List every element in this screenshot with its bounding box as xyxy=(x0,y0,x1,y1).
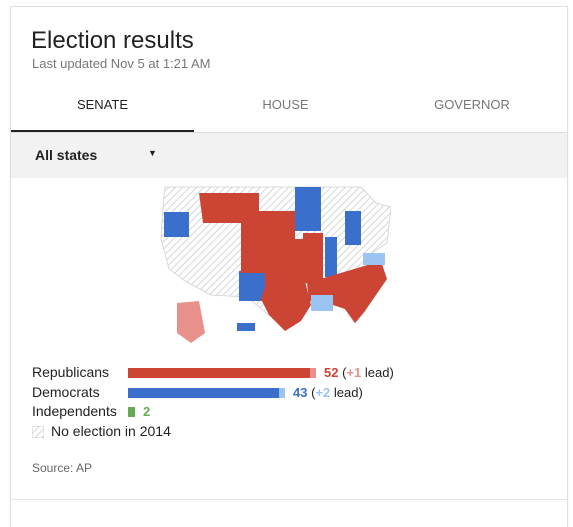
democrats-lead-bar xyxy=(279,388,285,398)
senate-map xyxy=(160,186,391,343)
state-filter-dropdown[interactable]: All states xyxy=(35,147,97,163)
legend-republicans: Republicans 52 (+1 lead) xyxy=(32,364,552,382)
election-results-card: Election results Last updated Nov 5 at 1… xyxy=(10,6,568,527)
republicans-seats: 52 xyxy=(324,365,339,380)
legend-no-election: No election in 2014 xyxy=(32,423,552,441)
last-updated: Last updated Nov 5 at 1:21 AM xyxy=(32,56,211,71)
democrats-label: Democrats xyxy=(32,384,100,400)
state-michigan[interactable] xyxy=(345,211,361,245)
state-virginia[interactable] xyxy=(363,253,385,265)
no-election-label: No election in 2014 xyxy=(51,423,171,439)
democrats-value: 43 (+2 lead) xyxy=(293,385,363,400)
state-nebraska-kansas[interactable] xyxy=(241,239,305,273)
state-dakotas[interactable] xyxy=(259,211,295,239)
republicans-change: +1 xyxy=(346,365,362,380)
tab-house[interactable]: HOUSE xyxy=(194,92,377,132)
republicans-bar xyxy=(128,368,310,378)
footer-divider xyxy=(11,499,567,500)
dropdown-arrow-icon[interactable]: ▼ xyxy=(148,148,157,158)
state-minnesota[interactable] xyxy=(295,187,321,231)
state-illinois[interactable] xyxy=(325,237,337,277)
state-alaska[interactable] xyxy=(177,301,205,343)
state-hawaii[interactable] xyxy=(237,323,255,331)
race-tabs: SENATE HOUSE GOVERNOR xyxy=(11,92,567,133)
independents-label: Independents xyxy=(32,403,117,419)
legend-independents: Independents 2 xyxy=(32,403,552,421)
republicans-label: Republicans xyxy=(32,364,110,380)
independents-seats: 2 xyxy=(143,404,151,419)
hatch-swatch-icon xyxy=(32,426,44,438)
source-text: Source: AP xyxy=(32,461,93,475)
democrats-bar xyxy=(128,388,279,398)
legend-democrats: Democrats 43 (+2 lead) xyxy=(32,384,552,402)
state-louisiana[interactable] xyxy=(311,295,333,311)
state-washington[interactable] xyxy=(164,212,189,237)
tab-governor[interactable]: GOVERNOR xyxy=(377,92,567,132)
democrats-suffix: lead xyxy=(333,385,359,400)
state-iowa-missouri[interactable] xyxy=(303,233,323,283)
page-title: Election results xyxy=(31,27,194,54)
republicans-value: 52 (+1 lead) xyxy=(324,365,394,380)
republicans-suffix: lead xyxy=(364,365,390,380)
independents-bar xyxy=(128,407,135,417)
republicans-lead-bar xyxy=(310,368,316,378)
state-oklahoma[interactable] xyxy=(269,273,305,287)
tab-senate[interactable]: SENATE xyxy=(11,92,194,132)
democrats-change: +2 xyxy=(315,385,331,400)
state-filter-bar: All states ▼ xyxy=(11,133,567,178)
democrats-seats: 43 xyxy=(293,385,308,400)
